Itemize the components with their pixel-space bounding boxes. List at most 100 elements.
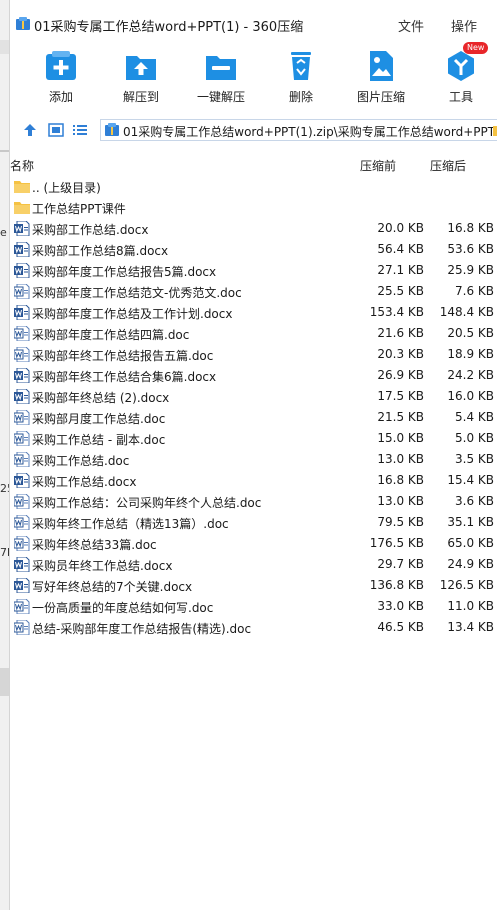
list-view-icon[interactable]	[72, 123, 88, 137]
column-header-size-before[interactable]: 压缩前	[360, 157, 396, 174]
file-row[interactable]: 采购部年终工作总结报告五篇.doc 20.3 KB 18.9 KB	[10, 344, 497, 365]
file-name: .. (上级目录)	[32, 181, 101, 195]
file-name: 采购部年度工作总结报告5篇.docx	[32, 265, 217, 279]
file-row[interactable]: 总结-采购部年度工作总结报告(精选).doc 46.5 KB 13.4 KB	[10, 617, 497, 638]
file-name: 工作总结PPT课件	[32, 202, 126, 216]
image-compress-icon	[370, 51, 393, 81]
size-before: 136.8 KB	[369, 578, 424, 592]
word-document-icon	[13, 409, 30, 426]
menu-operations[interactable]: 操作	[451, 16, 477, 35]
file-row[interactable]: 采购工作总结 - 副本.doc 15.0 KB 5.0 KB	[10, 428, 497, 449]
size-before: 27.1 KB	[377, 263, 424, 277]
size-before: 26.9 KB	[377, 368, 424, 382]
size-after: 5.0 KB	[455, 431, 494, 445]
file-row[interactable]: 采购部年度工作总结报告5篇.docx 27.1 KB 25.9 KB	[10, 260, 497, 281]
file-row[interactable]: 采购部工作总结8篇.docx 56.4 KB 53.6 KB	[10, 239, 497, 260]
background-divider	[0, 150, 9, 152]
file-row[interactable]: 采购部年终总结 (2).docx 17.5 KB 16.0 KB	[10, 386, 497, 407]
column-header-name[interactable]: 名称	[10, 157, 34, 174]
file-name: 采购部月度工作总结.doc	[32, 412, 166, 426]
delete-button[interactable]: 删除	[265, 48, 337, 108]
file-name: 采购部年度工作总结范文-优秀范文.doc	[32, 286, 242, 300]
one-click-extract-button[interactable]: 一键解压	[185, 48, 257, 108]
file-name: 总结-采购部年度工作总结报告(精选).doc	[32, 622, 252, 636]
file-row[interactable]: 采购工作总结.doc 13.0 KB 3.5 KB	[10, 449, 497, 470]
archive-window: 01采购专属工作总结word+PPT(1) - 360压缩 文件 操作 添加 解…	[10, 0, 497, 910]
word-document-icon	[13, 619, 30, 636]
add-button[interactable]: 添加	[25, 48, 97, 108]
toolbar: 添加 解压到 一键解压 删除 图片压缩 New 工具	[10, 42, 497, 112]
size-before: 13.0 KB	[377, 494, 424, 508]
file-row[interactable]: 采购工作总结.docx 16.8 KB 15.4 KB	[10, 470, 497, 491]
size-after: 20.5 KB	[447, 326, 494, 340]
size-after: 35.1 KB	[447, 515, 494, 529]
word-document-icon	[13, 535, 30, 552]
extract-folder-icon	[126, 56, 156, 80]
size-before: 15.0 KB	[377, 431, 424, 445]
file-name: 采购部工作总结8篇.docx	[32, 244, 169, 258]
size-before: 25.5 KB	[377, 284, 424, 298]
word-document-icon	[14, 241, 30, 258]
file-name: 采购部年度工作总结四篇.doc	[32, 328, 190, 342]
background-text-fragment: e	[0, 226, 7, 239]
file-row[interactable]: 采购员年终工作总结.docx 29.7 KB 24.9 KB	[10, 554, 497, 575]
size-after: 15.4 KB	[447, 473, 494, 487]
size-before: 20.3 KB	[377, 347, 424, 361]
file-name: 采购员年终工作总结.docx	[32, 559, 173, 573]
file-row[interactable]: 采购部年度工作总结及工作计划.docx 153.4 KB 148.4 KB	[10, 302, 497, 323]
extract-to-button[interactable]: 解压到	[105, 48, 177, 108]
file-name: 采购工作总结：公司采购年终个人总结.doc	[32, 496, 262, 510]
menu-file[interactable]: 文件	[398, 16, 424, 35]
folder-icon	[14, 200, 30, 215]
size-before: 21.5 KB	[377, 410, 424, 424]
file-row[interactable]: 采购部年度工作总结四篇.doc 21.6 KB 20.5 KB	[10, 323, 497, 344]
file-row[interactable]: 采购部工作总结.docx 20.0 KB 16.8 KB	[10, 218, 497, 239]
thumbnail-view-icon[interactable]	[48, 123, 64, 137]
folder-row[interactable]: .. (上级目录)	[10, 176, 497, 197]
file-row[interactable]: 采购部月度工作总结.doc 21.5 KB 5.4 KB	[10, 407, 497, 428]
word-document-icon	[14, 388, 30, 405]
word-document-icon	[13, 325, 30, 342]
image-compress-label: 图片压缩	[356, 90, 405, 104]
size-after: 24.9 KB	[447, 557, 494, 571]
size-after: 24.2 KB	[447, 368, 494, 382]
folder-icon	[493, 126, 497, 136]
file-name: 采购年终总结33篇.doc	[32, 538, 157, 552]
file-name: 采购部年终工作总结报告五篇.doc	[32, 349, 214, 363]
image-compress-button[interactable]: 图片压缩	[345, 48, 417, 108]
word-document-icon	[14, 304, 30, 321]
size-after: 148.4 KB	[439, 305, 494, 319]
size-before: 176.5 KB	[369, 536, 424, 550]
size-after: 53.6 KB	[447, 242, 494, 256]
word-document-icon	[14, 220, 30, 237]
background-band	[0, 668, 9, 696]
file-name: 采购工作总结 - 副本.doc	[32, 433, 166, 447]
tools-label: 工具	[448, 90, 473, 104]
word-document-icon	[13, 598, 30, 615]
folder-row[interactable]: 工作总结PPT课件	[10, 197, 497, 218]
tools-button[interactable]: New 工具	[425, 42, 497, 108]
title-bar: 01采购专属工作总结word+PPT(1) - 360压缩 文件 操作	[10, 0, 497, 44]
file-list-header: 名称 压缩前 压缩后	[10, 153, 497, 175]
zip-archive-icon	[105, 123, 119, 136]
arrow-up-icon[interactable]	[22, 123, 38, 137]
file-row[interactable]: 一份高质量的年度总结如何写.doc 33.0 KB 11.0 KB	[10, 596, 497, 617]
extract-to-label: 解压到	[122, 90, 159, 104]
size-before: 21.6 KB	[377, 326, 424, 340]
file-name: 采购部年终工作总结合集6篇.docx	[32, 370, 217, 384]
file-row[interactable]: 采购年终总结33篇.doc 176.5 KB 65.0 KB	[10, 533, 497, 554]
window-title: 01采购专属工作总结word+PPT(1) - 360压缩	[34, 20, 304, 35]
file-row[interactable]: 采购部年度工作总结范文-优秀范文.doc 25.5 KB 7.6 KB	[10, 281, 497, 302]
delete-label: 删除	[288, 90, 313, 104]
address-path-field[interactable]: 01采购专属工作总结word+PPT(1).zip\采购专属工作总结word+P…	[100, 119, 497, 141]
size-before: 153.4 KB	[369, 305, 424, 319]
file-row[interactable]: 采购工作总结：公司采购年终个人总结.doc 13.0 KB 3.6 KB	[10, 491, 497, 512]
file-row[interactable]: 采购部年终工作总结合集6篇.docx 26.9 KB 24.2 KB	[10, 365, 497, 386]
word-document-icon	[14, 367, 30, 384]
column-header-size-after[interactable]: 压缩后	[430, 157, 466, 174]
file-name: 采购工作总结.doc	[32, 454, 130, 468]
file-row[interactable]: 采购年终工作总结（精选13篇）.doc 79.5 KB 35.1 KB	[10, 512, 497, 533]
size-before: 17.5 KB	[377, 389, 424, 403]
file-row[interactable]: 写好年终总结的7个关键.docx 136.8 KB 126.5 KB	[10, 575, 497, 596]
size-before: 46.5 KB	[377, 620, 424, 634]
